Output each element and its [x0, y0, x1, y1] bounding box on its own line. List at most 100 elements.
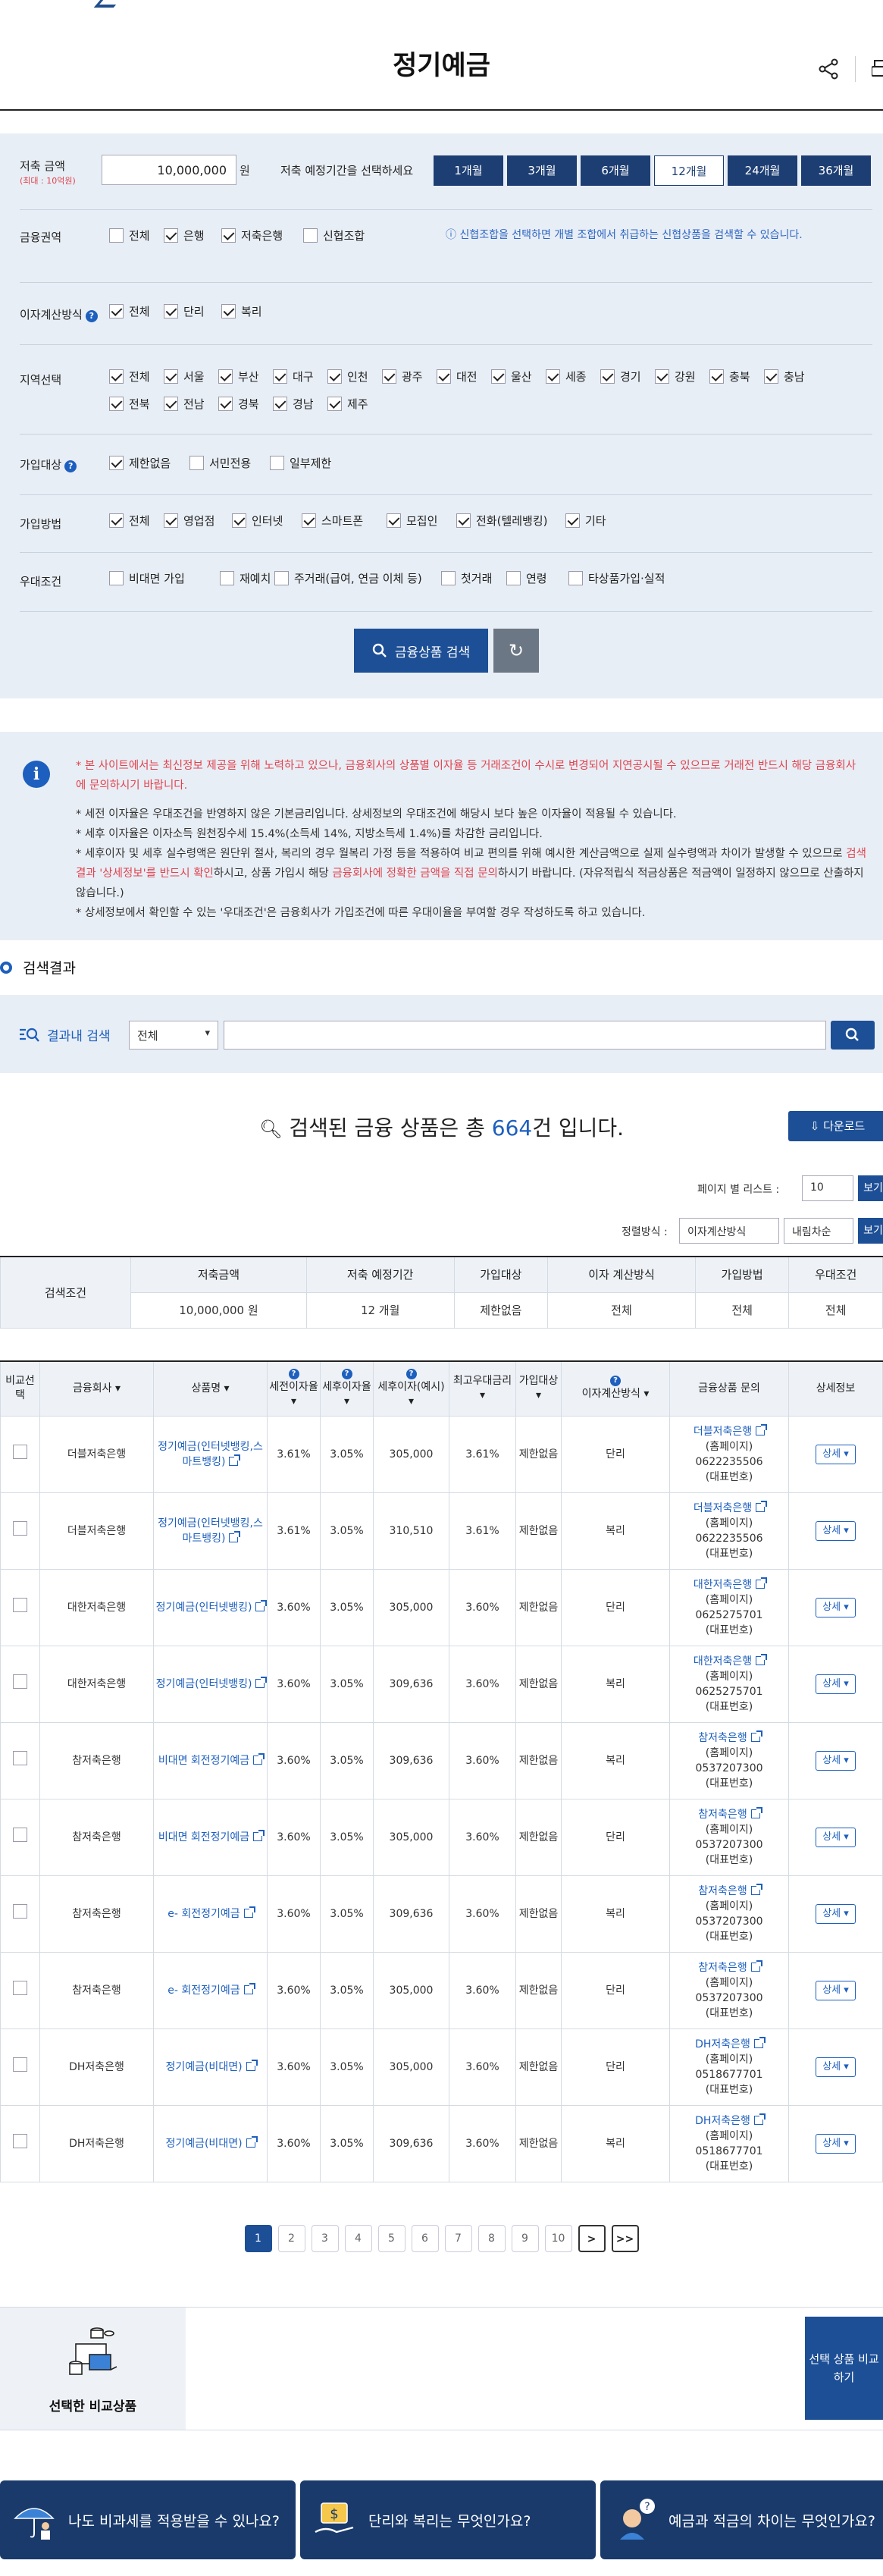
compare-checkbox[interactable] — [13, 2134, 27, 2148]
product-link[interactable]: 비대면 회전정기예금 — [158, 1752, 265, 1767]
interest-simple-checkbox[interactable]: 단리 — [164, 303, 205, 319]
target-unrestricted-checkbox[interactable]: 제한없음 — [109, 455, 171, 471]
region-checkbox[interactable]: 세종 — [546, 369, 587, 384]
period-1m-button[interactable]: 1개월 — [434, 155, 503, 186]
detail-button[interactable]: 상세 ▾ — [816, 2057, 856, 2077]
period-6m-button[interactable]: 6개월 — [581, 155, 650, 186]
company-homepage-link[interactable]: 참저축은행 — [698, 1959, 762, 1974]
page-button[interactable]: 1 — [244, 2225, 272, 2252]
compare-checkbox[interactable] — [13, 1445, 27, 1459]
region-checkbox[interactable]: 광주 — [382, 369, 423, 384]
search-button[interactable]: 금융상품 검색 — [354, 629, 488, 673]
product-link[interactable]: 정기예금(인터넷뱅킹) — [156, 1599, 268, 1614]
product-link[interactable]: 정기예금(비대면) — [165, 2135, 258, 2150]
detail-button[interactable]: 상세 ▾ — [816, 1444, 856, 1464]
period-36m-button[interactable]: 36개월 — [801, 155, 871, 186]
help-icon[interactable]: ? — [341, 1368, 352, 1379]
page-list-select[interactable]: 10 — [802, 1175, 853, 1201]
product-link[interactable]: 정기예금(인터넷뱅킹,스마트뱅킹) — [158, 1441, 263, 1468]
compare-checkbox[interactable] — [13, 1598, 27, 1612]
col-post-tax-rate[interactable]: ? 세후이자율 ▾ — [320, 1360, 374, 1417]
last-page-button[interactable]: >> — [611, 2225, 639, 2252]
compare-checkbox[interactable] — [13, 2057, 27, 2072]
region-checkbox[interactable]: 전북 — [109, 396, 150, 412]
result-filter-input[interactable] — [224, 1021, 826, 1050]
company-homepage-link[interactable]: 대한저축은행 — [694, 1577, 768, 1591]
faq-banner-deposit-savings[interactable]: ? 예금과 적금의 차이는 무엇인가요? — [600, 2480, 883, 2559]
sector-bank-checkbox[interactable]: 은행 — [164, 227, 205, 243]
help-icon[interactable]: ? — [610, 1376, 621, 1387]
compare-checkbox[interactable] — [13, 1828, 27, 1842]
method-checkbox[interactable]: 전화(텔레뱅킹) — [456, 513, 548, 529]
result-filter-select[interactable]: 전체 — [129, 1021, 218, 1050]
sort-field-select[interactable]: 이자계산방식 — [679, 1218, 779, 1244]
product-link[interactable]: 정기예금(인터넷뱅킹) — [156, 1676, 268, 1690]
product-link[interactable]: 정기예금(인터넷뱅킹,스마트뱅킹) — [158, 1517, 263, 1545]
sector-savings-bank-checkbox[interactable]: 저축은행 — [221, 227, 283, 243]
page-button[interactable]: 3 — [311, 2225, 339, 2252]
region-checkbox[interactable]: 부산 — [218, 369, 259, 384]
company-homepage-link[interactable]: DH저축은행 — [695, 2113, 766, 2127]
period-24m-button[interactable]: 24개월 — [728, 155, 797, 186]
detail-button[interactable]: 상세 ▾ — [816, 1597, 856, 1617]
sort-order-select[interactable]: 내림차순 — [784, 1218, 853, 1244]
pref-checkbox[interactable]: 첫거래 — [441, 570, 492, 586]
col-product[interactable]: 상품명 ▾ — [153, 1360, 268, 1417]
region-checkbox[interactable]: 강원 — [655, 369, 696, 384]
pref-checkbox[interactable]: 연령 — [506, 570, 547, 586]
method-checkbox[interactable]: 기타 — [565, 513, 606, 529]
page-button[interactable]: 9 — [511, 2225, 539, 2252]
compare-checkbox[interactable] — [13, 1521, 27, 1536]
region-checkbox[interactable]: 울산 — [491, 369, 532, 384]
page-button[interactable]: 5 — [377, 2225, 405, 2252]
col-pre-tax-rate[interactable]: ? 세전이자율 ▾ — [267, 1360, 321, 1417]
company-homepage-link[interactable]: 참저축은행 — [698, 1883, 762, 1897]
target-low-income-checkbox[interactable]: 서민전용 — [189, 455, 251, 471]
company-homepage-link[interactable]: DH저축은행 — [695, 2036, 766, 2050]
page-button[interactable]: 10 — [544, 2225, 572, 2252]
page-button[interactable]: 8 — [478, 2225, 506, 2252]
detail-button[interactable]: 상세 ▾ — [816, 1674, 856, 1694]
help-icon[interactable]: ? — [288, 1368, 299, 1379]
next-page-button[interactable]: > — [578, 2225, 606, 2252]
method-checkbox[interactable]: 전체 — [109, 513, 150, 529]
pref-checkbox[interactable]: 주거래(급여, 연금 이체 등) — [274, 570, 422, 586]
region-checkbox[interactable]: 경남 — [273, 396, 314, 412]
detail-button[interactable]: 상세 ▾ — [816, 1980, 856, 2000]
product-link[interactable]: 비대면 회전정기예금 — [158, 1829, 265, 1843]
product-link[interactable]: 정기예금(비대면) — [165, 2059, 258, 2073]
company-homepage-link[interactable]: 더블저축은행 — [694, 1423, 768, 1438]
help-icon[interactable]: ? — [85, 310, 98, 322]
region-checkbox[interactable]: 인천 — [327, 369, 368, 384]
page-button[interactable]: 7 — [444, 2225, 472, 2252]
company-homepage-link[interactable]: 참저축은행 — [698, 1730, 762, 1744]
company-homepage-link[interactable]: 대한저축은행 — [694, 1653, 768, 1668]
method-checkbox[interactable]: 모집인 — [387, 513, 437, 529]
period-12m-button[interactable]: 12개월 — [654, 155, 724, 186]
interest-compound-checkbox[interactable]: 복리 — [221, 303, 262, 319]
detail-button[interactable]: 상세 ▾ — [816, 1750, 856, 1771]
region-checkbox[interactable]: 경기 — [600, 369, 641, 384]
compare-checkbox[interactable] — [13, 1904, 27, 1919]
company-homepage-link[interactable]: 더블저축은행 — [694, 1500, 768, 1514]
interest-all-checkbox[interactable]: 전체 — [109, 303, 150, 319]
method-checkbox[interactable]: 인터넷 — [232, 513, 283, 529]
method-checkbox[interactable]: 영업점 — [164, 513, 214, 529]
help-icon[interactable]: ? — [405, 1368, 417, 1379]
region-checkbox[interactable]: 충남 — [764, 369, 805, 384]
col-company[interactable]: 금융회사 ▾ — [39, 1360, 154, 1417]
sector-all-checkbox[interactable]: 전체 — [109, 227, 150, 243]
page-list-view-button[interactable]: 보기 — [858, 1175, 883, 1201]
target-partial-checkbox[interactable]: 일부제한 — [270, 455, 331, 471]
method-checkbox[interactable]: 스마트폰 — [302, 513, 363, 529]
region-checkbox[interactable]: 전체 — [109, 369, 150, 384]
product-link[interactable]: e- 회전정기예금 — [168, 1906, 255, 1920]
region-checkbox[interactable]: 제주 — [327, 396, 368, 412]
period-3m-button[interactable]: 3개월 — [507, 155, 577, 186]
page-button[interactable]: 4 — [344, 2225, 372, 2252]
pref-checkbox[interactable]: 타상품가입·실적 — [568, 570, 665, 586]
page-button[interactable]: 6 — [411, 2225, 439, 2252]
region-checkbox[interactable]: 대구 — [273, 369, 314, 384]
region-checkbox[interactable]: 경북 — [218, 396, 259, 412]
company-homepage-link[interactable]: 참저축은행 — [698, 1806, 762, 1821]
